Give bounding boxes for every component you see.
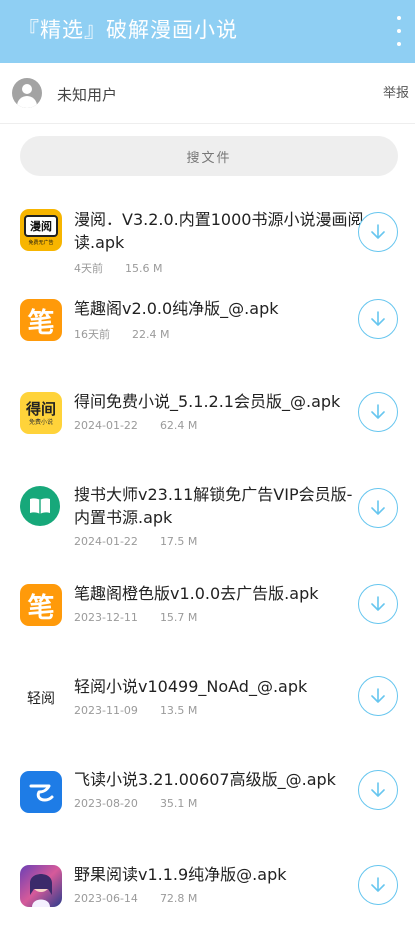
file-date: 2023-08-20: [74, 797, 138, 810]
download-arrow-icon: [371, 596, 385, 611]
file-list-item[interactable]: 得间 免费小说 得间免费小说_5.1.2.1会员版_@.apk 2024-01-…: [0, 379, 415, 473]
file-size: 15.7 M: [159, 611, 198, 624]
download-button[interactable]: [358, 584, 398, 624]
file-meta: 2024-01-22 62.4 M: [74, 419, 197, 432]
icon-text: 轻阅: [27, 691, 55, 707]
download-button[interactable]: [358, 770, 398, 810]
book-app-icon: [20, 486, 60, 526]
file-meta: 2023-08-20 35.1 M: [74, 797, 197, 810]
file-title: 得间免费小说_5.1.2.1会员版_@.apk: [74, 392, 341, 411]
feidu-logo-icon: [29, 784, 54, 802]
username[interactable]: 未知用户: [57, 84, 117, 105]
file-list-item[interactable]: 笔 笔趣阁v2.0.0纯净版_@.apk 16天前 22.4 M: [0, 285, 415, 379]
file-list-item[interactable]: 轻阅 轻阅小说v10499_NoAd_@.apk 2023-11-09 13.5 …: [0, 661, 415, 755]
download-arrow-icon: [371, 311, 385, 326]
file-list-item[interactable]: 野果阅读v1.1.9纯净版@.apk 2023-06-14 72.8 M: [0, 849, 415, 943]
icon-text: 笔: [27, 592, 55, 624]
file-meta: 4天前 15.6 M: [74, 260, 162, 276]
file-meta: 2023-11-09 13.5 M: [74, 704, 197, 717]
icon-text: 得间: [25, 399, 56, 418]
file-meta: 16天前 22.4 M: [74, 326, 169, 342]
file-date: 2023-12-11: [74, 611, 138, 624]
file-date: 16天前: [74, 328, 110, 341]
dejian-app-icon: 得间 免费小说: [20, 392, 62, 434]
file-list-item[interactable]: 搜书大师v23.11解锁免广告VIP会员版-内置书源.apk 2024-01-2…: [0, 473, 415, 567]
file-size: 22.4 M: [132, 328, 170, 341]
file-size: 13.5 M: [159, 704, 198, 717]
file-meta: 2024-01-22 17.5 M: [74, 535, 197, 548]
biquge-app-icon: 笔: [20, 299, 62, 341]
file-title: 轻阅小说v10499_NoAd_@.apk: [74, 677, 308, 696]
file-date: 2024-01-22: [74, 419, 138, 432]
more-vert-icon[interactable]: [393, 16, 405, 46]
user-avatar-icon[interactable]: [12, 78, 42, 108]
feidu-app-icon: [20, 771, 62, 813]
yeguo-app-icon: [20, 865, 62, 907]
qingyue-app-icon: 轻阅: [20, 677, 62, 719]
file-title: 笔趣阁v2.0.0纯净版_@.apk: [74, 299, 279, 318]
download-button[interactable]: [358, 392, 398, 432]
icon-subtext: 免费无广告: [28, 239, 54, 246]
file-title: 笔趣阁橙色版v1.0.0去广告版.apk: [74, 584, 319, 603]
file-size: 62.4 M: [159, 419, 198, 432]
download-arrow-icon: [371, 688, 385, 703]
download-arrow-icon: [371, 877, 385, 892]
file-list-item[interactable]: 漫阅 免费无广告 漫阅．V3.2.0.内置1000书源小说漫画阅读.apk 4天…: [0, 191, 415, 285]
icon-text: 笔: [27, 307, 55, 339]
file-size: 17.5 M: [159, 535, 198, 548]
download-arrow-icon: [371, 782, 385, 797]
download-arrow-icon: [371, 404, 385, 419]
file-date: 2023-11-09: [74, 704, 138, 717]
app-header: 『精选』破解漫画小说: [0, 0, 415, 63]
file-meta: 2023-12-11 15.7 M: [74, 611, 197, 624]
file-list-item[interactable]: 笔 笔趣阁橙色版v1.0.0去广告版.apk 2023-12-11 15.7 M: [0, 567, 415, 661]
file-size: 35.1 M: [159, 797, 198, 810]
manyue-app-icon: 漫阅 免费无广告: [20, 209, 62, 251]
report-button[interactable]: 举报: [383, 82, 409, 101]
icon-subtext: 免费小说: [28, 418, 53, 426]
file-date: 2024-01-22: [74, 535, 138, 548]
download-button[interactable]: [358, 488, 398, 528]
user-bar: 未知用户 举报: [0, 63, 415, 124]
file-date: 2023-06-14: [74, 892, 138, 905]
download-arrow-icon: [371, 224, 385, 239]
search-files-button[interactable]: 搜文件: [20, 136, 398, 176]
icon-text: 漫阅: [30, 219, 52, 233]
file-size: 15.6 M: [125, 262, 163, 275]
download-button[interactable]: [358, 676, 398, 716]
download-button[interactable]: [358, 865, 398, 905]
anime-girl-icon: [30, 874, 52, 907]
download-arrow-icon: [371, 500, 385, 515]
open-book-icon: [30, 498, 50, 514]
file-list: 漫阅 免费无广告 漫阅．V3.2.0.内置1000书源小说漫画阅读.apk 4天…: [0, 191, 415, 943]
file-date: 4天前: [74, 262, 103, 275]
file-list-item[interactable]: 飞读小说3.21.00607高级版_@.apk 2023-08-20 35.1 M: [0, 755, 415, 849]
page-title: 『精选』破解漫画小说: [18, 18, 238, 42]
file-title: 漫阅．V3.2.0.内置1000书源小说漫画阅读.apk: [74, 210, 364, 252]
download-button[interactable]: [358, 299, 398, 339]
file-title: 飞读小说3.21.00607高级版_@.apk: [74, 770, 336, 789]
biquge-app-icon: 笔: [20, 584, 62, 626]
file-title: 野果阅读v1.1.9纯净版@.apk: [74, 865, 287, 884]
file-title: 搜书大师v23.11解锁免广告VIP会员版-内置书源.apk: [74, 485, 353, 527]
search-label: 搜文件: [186, 150, 232, 166]
file-size: 72.8 M: [159, 892, 198, 905]
file-meta: 2023-06-14 72.8 M: [74, 892, 197, 905]
download-button[interactable]: [358, 212, 398, 252]
